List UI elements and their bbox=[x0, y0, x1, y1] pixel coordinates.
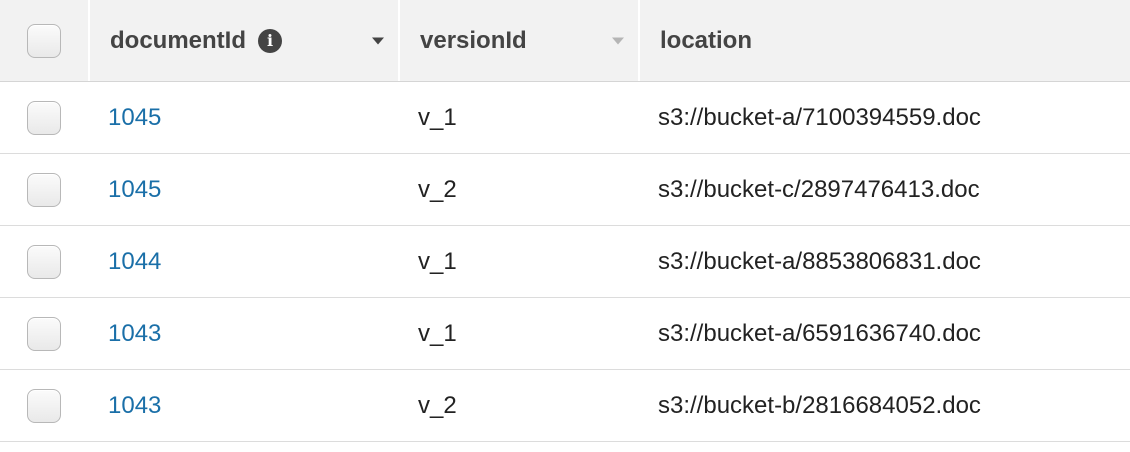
row-checkbox[interactable] bbox=[27, 172, 61, 207]
location-value: s3://bucket-a/6591636740.doc bbox=[658, 319, 981, 347]
versionid-cell: v_1 bbox=[398, 298, 638, 369]
row-checkbox[interactable] bbox=[27, 388, 61, 423]
documentid-link[interactable]: 1045 bbox=[108, 104, 161, 132]
versionid-cell: v_1 bbox=[398, 226, 638, 297]
versionid-cell: v_2 bbox=[398, 154, 638, 225]
sort-desc-icon[interactable] bbox=[372, 37, 384, 44]
row-select-cell bbox=[0, 298, 88, 369]
versionid-value: v_1 bbox=[418, 247, 457, 275]
versionid-value: v_2 bbox=[418, 391, 457, 419]
column-header-location[interactable]: location bbox=[638, 0, 1130, 81]
table-row[interactable]: 1044 v_1 s3://bucket-a/8853806831.doc bbox=[0, 226, 1130, 298]
versionid-cell: v_2 bbox=[398, 370, 638, 441]
table-row[interactable]: 1045 v_1 s3://bucket-a/7100394559.doc bbox=[0, 82, 1130, 154]
location-cell: s3://bucket-a/8853806831.doc bbox=[638, 226, 1130, 297]
table-header: documentId i versionId location bbox=[0, 0, 1130, 82]
column-header-versionid[interactable]: versionId bbox=[398, 0, 638, 81]
versionid-value: v_1 bbox=[418, 319, 457, 347]
versionid-value: v_2 bbox=[418, 175, 457, 203]
column-header-documentid[interactable]: documentId i bbox=[88, 0, 398, 81]
documentid-cell: 1045 bbox=[88, 82, 398, 153]
column-header-label: documentId bbox=[110, 26, 246, 54]
table-row[interactable]: 1045 v_2 s3://bucket-c/2897476413.doc bbox=[0, 154, 1130, 226]
documentid-cell: 1043 bbox=[88, 298, 398, 369]
row-checkbox[interactable] bbox=[27, 316, 61, 351]
table-row[interactable]: 1043 v_1 s3://bucket-a/6591636740.doc bbox=[0, 298, 1130, 370]
sort-icon[interactable] bbox=[612, 37, 624, 44]
select-all-checkbox[interactable] bbox=[27, 23, 61, 58]
versionid-value: v_1 bbox=[418, 103, 457, 131]
location-cell: s3://bucket-a/6591636740.doc bbox=[638, 298, 1130, 369]
header-select-cell bbox=[0, 0, 88, 81]
location-value: s3://bucket-c/2897476413.doc bbox=[658, 175, 980, 203]
documentid-link[interactable]: 1044 bbox=[108, 248, 161, 276]
table-row[interactable]: 1043 v_2 s3://bucket-b/2816684052.doc bbox=[0, 370, 1130, 442]
row-select-cell bbox=[0, 226, 88, 297]
versionid-cell: v_1 bbox=[398, 82, 638, 153]
items-table: documentId i versionId location 1045 v_1… bbox=[0, 0, 1130, 442]
location-cell: s3://bucket-b/2816684052.doc bbox=[638, 370, 1130, 441]
location-value: s3://bucket-a/8853806831.doc bbox=[658, 247, 981, 275]
documentid-link[interactable]: 1043 bbox=[108, 320, 161, 348]
documentid-cell: 1044 bbox=[88, 226, 398, 297]
column-header-label: location bbox=[660, 26, 753, 54]
column-header-label: versionId bbox=[420, 26, 527, 54]
location-cell: s3://bucket-a/7100394559.doc bbox=[638, 82, 1130, 153]
row-select-cell bbox=[0, 82, 88, 153]
row-select-cell bbox=[0, 370, 88, 441]
row-select-cell bbox=[0, 154, 88, 225]
documentid-link[interactable]: 1045 bbox=[108, 176, 161, 204]
location-value: s3://bucket-a/7100394559.doc bbox=[658, 103, 981, 131]
location-cell: s3://bucket-c/2897476413.doc bbox=[638, 154, 1130, 225]
info-icon[interactable]: i bbox=[258, 28, 282, 53]
location-value: s3://bucket-b/2816684052.doc bbox=[658, 391, 981, 419]
row-checkbox[interactable] bbox=[27, 244, 61, 279]
row-checkbox[interactable] bbox=[27, 100, 61, 135]
documentid-cell: 1045 bbox=[88, 154, 398, 225]
documentid-link[interactable]: 1043 bbox=[108, 392, 161, 420]
documentid-cell: 1043 bbox=[88, 370, 398, 441]
